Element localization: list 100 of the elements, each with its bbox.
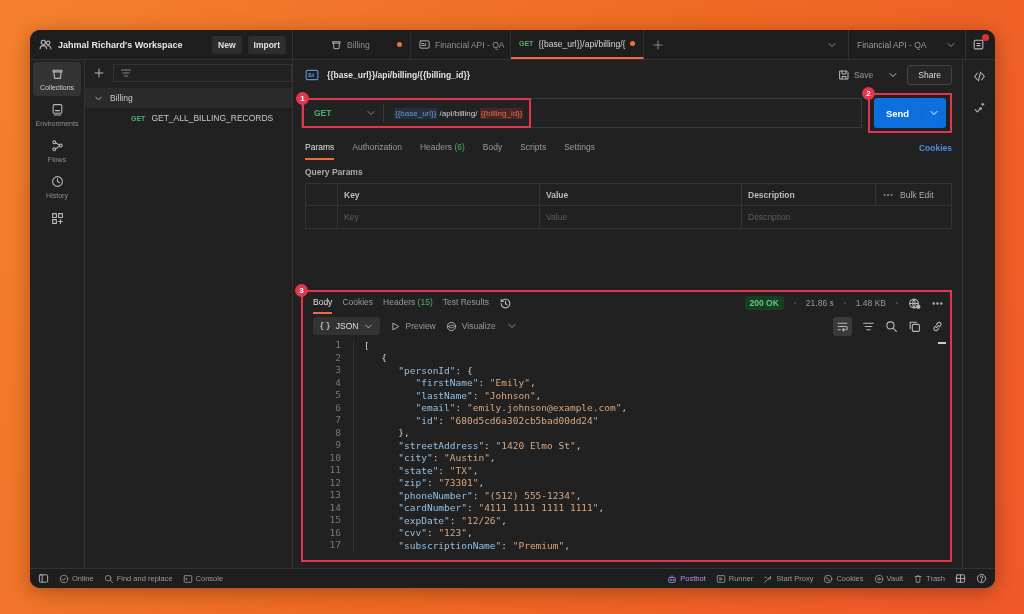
- code-line: "streetAddress": "1420 Elmo St",: [397, 439, 582, 451]
- code-line: [: [364, 339, 370, 351]
- method-select[interactable]: GET: [304, 104, 384, 122]
- line-number: 1: [313, 339, 354, 352]
- notification-icon[interactable]: [972, 38, 985, 51]
- copy-icon[interactable]: [908, 319, 921, 333]
- proxy-icon: [763, 573, 774, 584]
- code-line: "cardNumber": "4111 1111 1111 1111",: [397, 502, 605, 514]
- runner-icon: [715, 573, 726, 584]
- clock-icon: [50, 175, 64, 188]
- workspace-name: Jahmal Richard's Workspace: [58, 39, 184, 50]
- code-line: "expDate": "12/26",: [397, 514, 508, 526]
- code-icon[interactable]: [972, 70, 986, 83]
- people-icon: [39, 38, 52, 51]
- line-number: 4: [313, 376, 354, 389]
- check-circle-icon: [59, 573, 69, 584]
- code-line: "lastName": "Johnson",: [414, 389, 542, 401]
- box-icon: [50, 67, 64, 80]
- tab[interactable]: Authorization: [352, 136, 402, 160]
- code-line: "phoneNumber": "(512) 555-1234",: [397, 489, 582, 501]
- line-number: 7: [313, 414, 354, 427]
- cookies-link[interactable]: Cookies: [918, 143, 952, 153]
- scrollbar-thumb: [938, 342, 946, 344]
- tree-item[interactable]: Billing: [85, 88, 292, 108]
- search-icon: [103, 573, 114, 584]
- view-button[interactable]: Visualize: [445, 320, 496, 332]
- annotation-badge: 2: [862, 87, 875, 100]
- annotation-badge: 3: [295, 284, 308, 297]
- help-icon[interactable]: [976, 573, 987, 584]
- code-line: "subscriptionName": "Premium",: [397, 539, 570, 551]
- nodes-icon: [50, 139, 64, 152]
- request-tab[interactable]: Financial API - QA: [411, 30, 511, 59]
- tab[interactable]: Headers (6): [419, 136, 465, 160]
- view-button[interactable]: Preview: [389, 320, 436, 332]
- format-select[interactable]: {} JSON: [313, 317, 380, 335]
- box-icon: [331, 39, 342, 50]
- environment-select[interactable]: Financial API - QA: [848, 30, 966, 59]
- wrap-button[interactable]: [833, 316, 852, 336]
- url-field[interactable]: {{base_url}} /api/billing/ {{billing_id}}: [384, 107, 530, 119]
- response-size: 1.48 KB: [855, 298, 886, 308]
- plus-icon[interactable]: [93, 67, 105, 79]
- code-line: "zip": "73301",: [397, 477, 485, 489]
- line-number: 14: [313, 501, 354, 514]
- tab[interactable]: Test Results: [442, 292, 489, 314]
- column-header: Key: [338, 184, 540, 206]
- api-icon: [419, 39, 430, 50]
- link-icon[interactable]: [931, 319, 944, 333]
- save-button[interactable]: Save: [831, 68, 880, 82]
- code-line: {: [380, 352, 387, 364]
- line-number: 2: [313, 351, 354, 364]
- share-button[interactable]: Share: [907, 65, 952, 85]
- layout-icon[interactable]: [955, 573, 966, 584]
- line-number: 10: [313, 451, 354, 464]
- line-number: 11: [313, 464, 354, 477]
- robot-icon: [667, 573, 678, 584]
- code-line: "state": "TX",: [397, 464, 479, 476]
- filter-icon: [120, 67, 132, 79]
- line-number: 17: [313, 539, 354, 552]
- response-time: 21.86 s: [805, 298, 834, 308]
- line-number: 6: [313, 401, 354, 414]
- plus-icon[interactable]: [652, 38, 665, 51]
- notification-dot: [982, 34, 989, 41]
- top-button[interactable]: Import: [247, 35, 286, 54]
- code-line: },: [397, 427, 410, 439]
- code-line: "id": "680d5cd6a302cb5bad00dd24": [414, 414, 599, 426]
- top-button[interactable]: New: [212, 35, 242, 54]
- grid-plus-icon[interactable]: [50, 212, 64, 225]
- line-number: 16: [313, 526, 354, 539]
- search-icon[interactable]: [885, 319, 898, 333]
- sidebar-toggle-icon[interactable]: [38, 573, 49, 584]
- annotation-badge: 1: [296, 92, 309, 105]
- line-number: 8: [313, 426, 354, 439]
- tab[interactable]: Body: [482, 136, 503, 160]
- line-number: 9: [313, 439, 354, 452]
- section-title: Query Params: [304, 166, 364, 179]
- cookie-icon: [823, 573, 834, 584]
- eye-icon: [445, 320, 457, 332]
- sparkle-icon[interactable]: [972, 101, 986, 114]
- code-line: "email": "emily.johnson@example.com",: [414, 402, 628, 414]
- request-title: {{base_url}}/api/billing/{{billing_id}}: [327, 70, 471, 80]
- vault-icon: [873, 573, 884, 584]
- request-tab[interactable]: Billing: [323, 30, 411, 59]
- line-number: 5: [313, 389, 354, 402]
- api-icon: [305, 68, 319, 82]
- history-icon[interactable]: [499, 296, 512, 310]
- code-line: "cvv": "123",: [397, 527, 473, 539]
- send-button[interactable]: Send: [874, 98, 946, 128]
- line-number: 15: [313, 514, 354, 527]
- search-field[interactable]: [113, 64, 292, 82]
- code-line: "personId": {: [397, 364, 473, 376]
- tab[interactable]: Params: [305, 136, 335, 160]
- tab[interactable]: Scripts: [520, 136, 547, 160]
- bulk-edit-button[interactable]: Bulk Edit: [900, 189, 934, 200]
- tab[interactable]: Headers (15): [383, 292, 433, 314]
- globe-icon[interactable]: [908, 296, 921, 310]
- tab[interactable]: Cookies: [342, 292, 374, 314]
- screen-icon: [50, 103, 64, 116]
- tab[interactable]: Settings: [564, 136, 595, 160]
- tab[interactable]: Body: [313, 292, 333, 314]
- trash-icon: [913, 573, 924, 584]
